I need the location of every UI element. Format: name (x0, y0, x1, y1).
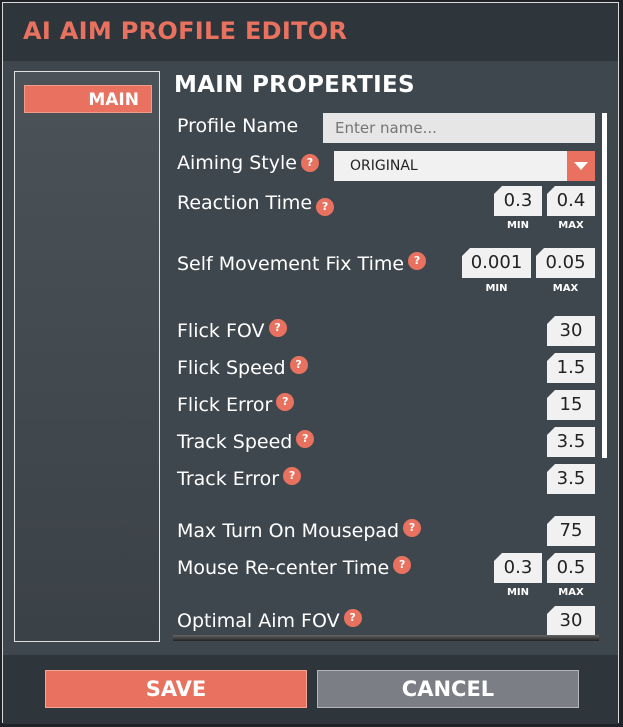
min-caption: MIN (485, 283, 508, 294)
flick-fov-label: Flick FOV ? (177, 319, 287, 342)
max-caption: MAX (552, 283, 579, 294)
max-caption: MAX (558, 220, 584, 231)
optimal-aim-fov-field[interactable]: 30 (547, 606, 595, 636)
section-title: MAIN PROPERTIES (174, 72, 415, 98)
mouse-recenter-max-field[interactable]: 0.5 (547, 553, 595, 583)
max-caption: MAX (558, 587, 584, 598)
track-speed-label: Track Speed ? (177, 430, 315, 453)
reaction-time-min-field[interactable]: 0.3 (494, 186, 542, 216)
aiming-style-value: ORIGINAL (350, 158, 418, 174)
cancel-button[interactable]: CANCEL (317, 670, 579, 708)
help-icon[interactable]: ? (276, 393, 295, 411)
aiming-style-select[interactable]: ORIGINAL (334, 151, 595, 181)
flick-fov-field[interactable]: 30 (547, 316, 595, 346)
save-button[interactable]: SAVE (45, 670, 307, 708)
title-bar: AI AIM PROFILE EDITOR (3, 3, 618, 61)
help-icon[interactable]: ? (408, 252, 427, 270)
flick-error-label: Flick Error ? (177, 393, 295, 416)
profile-editor-window: AI AIM PROFILE EDITOR MAIN MAIN PROPERTI… (2, 2, 619, 724)
help-icon[interactable]: ? (296, 430, 315, 448)
tab-main[interactable]: MAIN (24, 85, 152, 113)
optimal-aim-fov-label: Optimal Aim FOV ? (177, 609, 362, 632)
profile-name-input[interactable] (323, 113, 595, 143)
scrollbar[interactable] (602, 113, 607, 458)
track-error-label: Track Error ? (177, 467, 302, 490)
help-icon[interactable]: ? (316, 198, 335, 216)
track-error-field[interactable]: 3.5 (547, 464, 595, 494)
self-movement-fix-time-label: Self Movement Fix Time ? (177, 252, 427, 275)
track-speed-field[interactable]: 3.5 (547, 427, 595, 457)
sidebar: MAIN (14, 71, 160, 642)
min-caption: MIN (506, 587, 530, 598)
scroll-fade (173, 635, 599, 641)
self-movement-max-field[interactable]: 0.05 (536, 248, 595, 278)
help-icon[interactable]: ? (283, 467, 302, 485)
help-icon[interactable]: ? (393, 556, 412, 574)
reaction-time-label: Reaction Time ? (177, 190, 335, 216)
profile-name-label: Profile Name (177, 115, 299, 137)
self-movement-min-field[interactable]: 0.001 (462, 248, 531, 278)
help-icon[interactable]: ? (343, 609, 362, 627)
max-turn-label: Max Turn On Mousepad ? (177, 519, 422, 542)
chevron-down-icon[interactable] (567, 151, 595, 181)
aiming-style-label: Aiming Style ? (177, 152, 319, 174)
help-icon[interactable]: ? (403, 519, 422, 537)
mouse-recenter-label: Mouse Re-center Time ? (177, 556, 412, 579)
flick-speed-field[interactable]: 1.5 (547, 353, 595, 383)
flick-speed-label: Flick Speed ? (177, 356, 308, 379)
mouse-recenter-min-field[interactable]: 0.3 (494, 553, 542, 583)
help-icon[interactable]: ? (300, 154, 319, 172)
max-turn-field[interactable]: 75 (547, 516, 595, 546)
min-caption: MIN (506, 220, 530, 231)
help-icon[interactable]: ? (268, 319, 287, 337)
flick-error-field[interactable]: 15 (547, 390, 595, 420)
reaction-time-max-field[interactable]: 0.4 (547, 186, 595, 216)
help-icon[interactable]: ? (289, 356, 308, 374)
window-title: AI AIM PROFILE EDITOR (23, 17, 348, 45)
